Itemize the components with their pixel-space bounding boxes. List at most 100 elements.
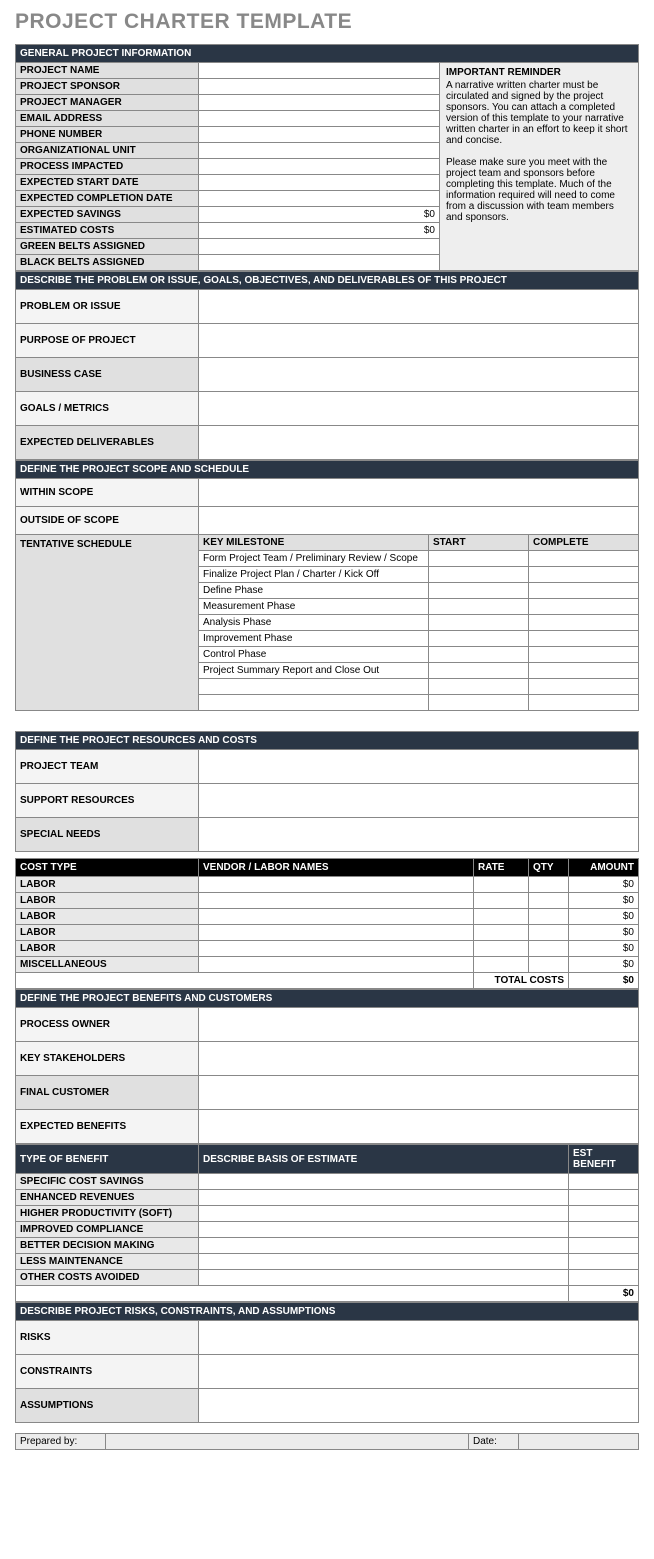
benefit-est-0[interactable] — [569, 1174, 639, 1190]
milestone-3-complete[interactable] — [529, 599, 639, 615]
value-problem-issue[interactable] — [199, 290, 639, 324]
milestone-3-start[interactable] — [429, 599, 529, 615]
value-special-needs[interactable] — [199, 818, 639, 852]
cost-qty-1[interactable] — [529, 893, 569, 909]
value-project-team[interactable] — [199, 750, 639, 784]
milestone-2-start[interactable] — [429, 583, 529, 599]
cost-vendor-2[interactable] — [199, 909, 474, 925]
cost-qty-2[interactable] — [529, 909, 569, 925]
cost-rate-5[interactable] — [474, 957, 529, 973]
value-date[interactable] — [519, 1434, 639, 1450]
cost-vendor-1[interactable] — [199, 893, 474, 909]
milestone-6-start[interactable] — [429, 647, 529, 663]
value-deliverables[interactable] — [199, 426, 639, 460]
milestone-0-complete[interactable] — [529, 551, 639, 567]
benefit-est-3[interactable] — [569, 1222, 639, 1238]
milestone-7[interactable]: Project Summary Report and Close Out — [199, 663, 429, 679]
cost-rate-2[interactable] — [474, 909, 529, 925]
milestone-8-start[interactable] — [429, 679, 529, 695]
benefit-est-1[interactable] — [569, 1190, 639, 1206]
value-process-owner[interactable] — [199, 1008, 639, 1042]
value-final-customer[interactable] — [199, 1076, 639, 1110]
value-completion-date[interactable] — [199, 191, 440, 207]
milestone-5-start[interactable] — [429, 631, 529, 647]
value-savings[interactable]: $0 — [199, 207, 440, 223]
benefit-basis-4[interactable] — [199, 1238, 569, 1254]
benefit-est-6[interactable] — [569, 1270, 639, 1286]
value-org-unit[interactable] — [199, 143, 440, 159]
milestone-8[interactable] — [199, 679, 429, 695]
milestone-1-complete[interactable] — [529, 567, 639, 583]
value-costs[interactable]: $0 — [199, 223, 440, 239]
value-email[interactable] — [199, 111, 440, 127]
cost-rate-1[interactable] — [474, 893, 529, 909]
cost-vendor-5[interactable] — [199, 957, 474, 973]
cost-vendor-4[interactable] — [199, 941, 474, 957]
milestone-7-complete[interactable] — [529, 663, 639, 679]
value-risks[interactable] — [199, 1321, 639, 1355]
benefit-est-5[interactable] — [569, 1254, 639, 1270]
value-green-belts[interactable] — [199, 239, 440, 255]
value-business-case[interactable] — [199, 358, 639, 392]
value-project-name[interactable] — [199, 63, 440, 79]
cost-vendor-0[interactable] — [199, 877, 474, 893]
milestone-5-complete[interactable] — [529, 631, 639, 647]
milestone-0-start[interactable] — [429, 551, 529, 567]
value-assumptions[interactable] — [199, 1389, 639, 1423]
cost-rate-0[interactable] — [474, 877, 529, 893]
benefit-basis-5[interactable] — [199, 1254, 569, 1270]
milestone-9[interactable] — [199, 695, 429, 711]
value-goals[interactable] — [199, 392, 639, 426]
value-expected-benefits[interactable] — [199, 1110, 639, 1144]
value-process[interactable] — [199, 159, 440, 175]
value-purpose[interactable] — [199, 324, 639, 358]
milestone-9-complete[interactable] — [529, 695, 639, 711]
value-start-date[interactable] — [199, 175, 440, 191]
milestone-7-start[interactable] — [429, 663, 529, 679]
cost-qty-0[interactable] — [529, 877, 569, 893]
milestone-2[interactable]: Define Phase — [199, 583, 429, 599]
milestone-0[interactable]: Form Project Team / Preliminary Review /… — [199, 551, 429, 567]
cost-rate-3[interactable] — [474, 925, 529, 941]
benefit-basis-2[interactable] — [199, 1206, 569, 1222]
value-sponsor[interactable] — [199, 79, 440, 95]
value-constraints[interactable] — [199, 1355, 639, 1389]
milestone-4[interactable]: Analysis Phase — [199, 615, 429, 631]
milestone-3[interactable]: Measurement Phase — [199, 599, 429, 615]
milestone-6[interactable]: Control Phase — [199, 647, 429, 663]
milestone-4-start[interactable] — [429, 615, 529, 631]
benefit-basis-0[interactable] — [199, 1174, 569, 1190]
milestone-9-start[interactable] — [429, 695, 529, 711]
benefit-basis-1[interactable] — [199, 1190, 569, 1206]
cost-rate-4[interactable] — [474, 941, 529, 957]
cost-vendor-3[interactable] — [199, 925, 474, 941]
benefit-est-4[interactable] — [569, 1238, 639, 1254]
hdr-cost-type: COST TYPE — [16, 859, 199, 877]
label-tentative-schedule: TENTATIVE SCHEDULE — [16, 535, 199, 711]
value-support[interactable] — [199, 784, 639, 818]
milestone-6-complete[interactable] — [529, 647, 639, 663]
value-manager[interactable] — [199, 95, 440, 111]
milestone-4-complete[interactable] — [529, 615, 639, 631]
value-black-belts[interactable] — [199, 255, 440, 271]
label-process: PROCESS IMPACTED — [16, 159, 199, 175]
milestone-5[interactable]: Improvement Phase — [199, 631, 429, 647]
hdr-complete: COMPLETE — [529, 535, 639, 551]
benefit-basis-6[interactable] — [199, 1270, 569, 1286]
value-within-scope[interactable] — [199, 479, 639, 507]
value-phone[interactable] — [199, 127, 440, 143]
milestone-1[interactable]: Finalize Project Plan / Charter / Kick O… — [199, 567, 429, 583]
milestone-2-complete[interactable] — [529, 583, 639, 599]
hdr-qty: QTY — [529, 859, 569, 877]
cost-qty-4[interactable] — [529, 941, 569, 957]
value-prepared-by[interactable] — [106, 1434, 469, 1450]
label-business-case: BUSINESS CASE — [16, 358, 199, 392]
cost-qty-3[interactable] — [529, 925, 569, 941]
value-stakeholders[interactable] — [199, 1042, 639, 1076]
benefit-est-2[interactable] — [569, 1206, 639, 1222]
cost-qty-5[interactable] — [529, 957, 569, 973]
benefit-basis-3[interactable] — [199, 1222, 569, 1238]
milestone-1-start[interactable] — [429, 567, 529, 583]
milestone-8-complete[interactable] — [529, 679, 639, 695]
value-outside-scope[interactable] — [199, 507, 639, 535]
